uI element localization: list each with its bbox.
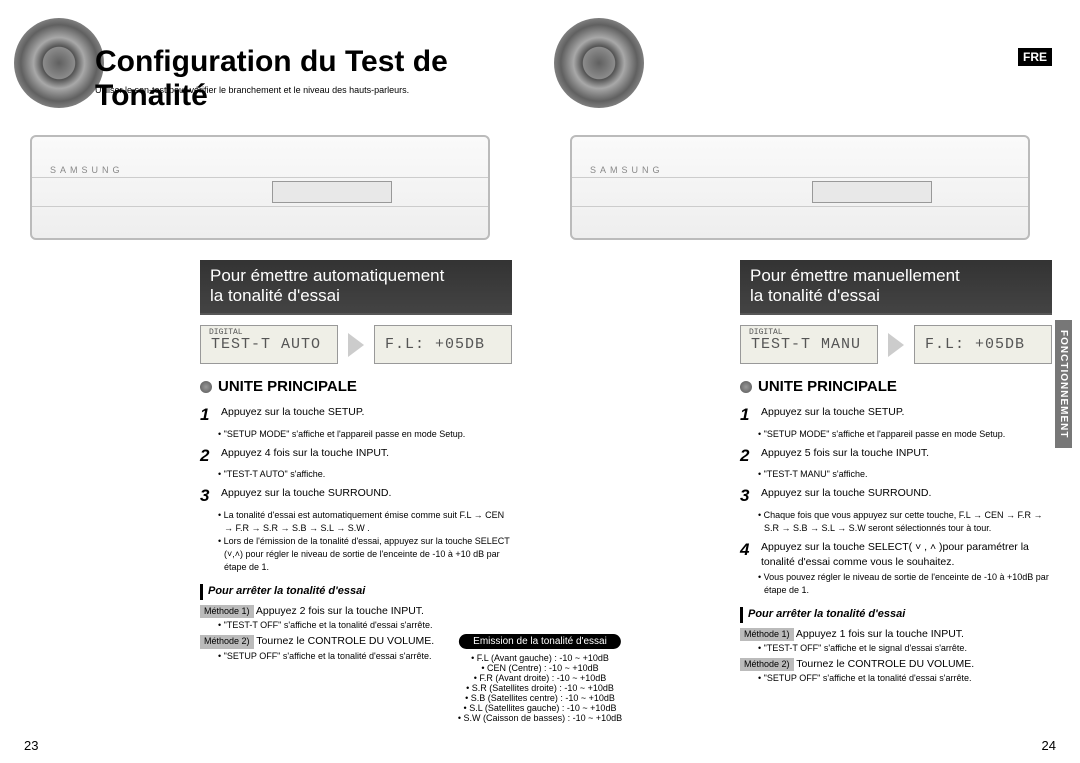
method-1-label: Méthode 1) bbox=[200, 605, 254, 618]
lcd-display-1: DIGITAL TEST-T MANU bbox=[740, 325, 878, 364]
banner-line1: Pour émettre automatiquement bbox=[210, 266, 444, 285]
step-1-note: • "SETUP MODE" s'affiche et l'appareil p… bbox=[218, 428, 512, 441]
emission-line: • F.L (Avant gauche) : -10 ~ +10dB bbox=[458, 653, 622, 663]
section-banner-auto: Pour émettre automatiquement la tonalité… bbox=[200, 260, 512, 315]
lcd-text-1: TEST-T MANU bbox=[751, 336, 861, 353]
step-3-note-a: • La tonalité d'essai est automatiquemen… bbox=[218, 509, 512, 535]
emission-line: • S.R (Satellites droite) : -10 ~ +10dB bbox=[458, 683, 622, 693]
emission-line: • S.B (Satellites centre) : -10 ~ +10dB bbox=[458, 693, 622, 703]
step-2: 2Appuyez 4 fois sur la touche INPUT. bbox=[200, 444, 512, 469]
manual-spread: Configuration du Test de Tonalité Utilis… bbox=[0, 0, 1080, 763]
speaker-icon bbox=[554, 18, 644, 108]
step-3: 3Appuyez sur la touche SURROUND. bbox=[200, 484, 512, 509]
page-subtitle: Utiliser le son-test pour vérifier le br… bbox=[95, 85, 409, 95]
method-2-label: Méthode 2) bbox=[740, 658, 794, 671]
step-1: 1Appuyez sur la touche SETUP. bbox=[740, 403, 1052, 428]
step-4: 4Appuyez sur la touche SELECT( ˅ , ˄ )po… bbox=[740, 538, 1052, 570]
emission-line: • F.R (Avant droite) : -10 ~ +10dB bbox=[458, 673, 622, 683]
step-2-note: • "TEST-T MANU" s'affiche. bbox=[758, 468, 1052, 481]
play-arrow-icon bbox=[888, 333, 904, 357]
emission-line: • CEN (Centre) : -10 ~ +10dB bbox=[458, 663, 622, 673]
emission-line: • S.L (Satellites gauche) : -10 ~ +10dB bbox=[458, 703, 622, 713]
speaker-icon bbox=[14, 18, 104, 108]
bullet-icon bbox=[200, 381, 212, 393]
steps-manual: 1Appuyez sur la touche SETUP. • "SETUP M… bbox=[740, 400, 1052, 685]
lcd-display-2: F.L: +05DB bbox=[374, 325, 512, 364]
emission-line: • S.W (Caisson de basses) : -10 ~ +10dB bbox=[458, 713, 622, 723]
unite-principale-header: UNITE PRINCIPALE bbox=[200, 378, 357, 395]
emission-box: Emission de la tonalité d'essai • F.L (A… bbox=[458, 634, 622, 723]
step-3: 3Appuyez sur la touche SURROUND. bbox=[740, 484, 1052, 509]
play-arrow-icon bbox=[348, 333, 364, 357]
method-1-note: • "TEST-T OFF" s'affiche et le signal d'… bbox=[758, 642, 1052, 655]
banner-line2: la tonalité d'essai bbox=[210, 286, 340, 305]
method-1-text: Appuyez 1 fois sur la touche INPUT. bbox=[794, 628, 964, 640]
device-brand: SAMSUNG bbox=[50, 165, 124, 175]
method-2-note: • "SETUP OFF" s'affiche et la tonalité d… bbox=[758, 672, 1052, 685]
page-number-left: 23 bbox=[24, 738, 38, 753]
lcd-text-2: F.L: +05DB bbox=[385, 336, 485, 353]
method-1-label: Méthode 1) bbox=[740, 628, 794, 641]
lcd-display-1: DIGITAL TEST-T AUTO bbox=[200, 325, 338, 364]
method-2-text: Tournez le CONTROLE DU VOLUME. bbox=[794, 658, 975, 670]
page-title: Configuration du Test de Tonalité bbox=[95, 45, 540, 113]
stop-tone-header: Pour arrêter la tonalité d'essai bbox=[200, 584, 512, 600]
lcd-tag: DIGITAL bbox=[749, 328, 783, 337]
lcd-text-1: TEST-T AUTO bbox=[211, 336, 321, 353]
section-tab: FONCTIONNEMENT bbox=[1055, 320, 1072, 448]
bullet-icon bbox=[740, 381, 752, 393]
banner-line2: la tonalité d'essai bbox=[750, 286, 880, 305]
device-illustration: SAMSUNG bbox=[30, 135, 490, 240]
method-2-text: Tournez le CONTROLE DU VOLUME. bbox=[254, 635, 435, 647]
lcd-tag: DIGITAL bbox=[209, 328, 243, 337]
unite-principale-header: UNITE PRINCIPALE bbox=[740, 378, 897, 395]
step-4-note: • Vous pouvez régler le niveau de sortie… bbox=[758, 571, 1052, 597]
step-3-note: • Chaque fois que vous appuyez sur cette… bbox=[758, 509, 1052, 535]
method-1-note: • "TEST-T OFF" s'affiche et la tonalité … bbox=[218, 619, 512, 632]
language-badge: FRE bbox=[1018, 48, 1052, 66]
step-1: 1Appuyez sur la touche SETUP. bbox=[200, 403, 512, 428]
lcd-row: DIGITAL TEST-T MANU F.L: +05DB bbox=[740, 325, 1052, 364]
method-2-label: Méthode 2) bbox=[200, 635, 254, 648]
step-1-note: • "SETUP MODE" s'affiche et l'appareil p… bbox=[758, 428, 1052, 441]
steps-auto: 1Appuyez sur la touche SETUP. • "SETUP M… bbox=[200, 400, 512, 663]
device-illustration: SAMSUNG bbox=[570, 135, 1030, 240]
emission-header: Emission de la tonalité d'essai bbox=[459, 634, 621, 649]
section-banner-manual: Pour émettre manuellement la tonalité d'… bbox=[740, 260, 1052, 315]
lcd-row: DIGITAL TEST-T AUTO F.L: +05DB bbox=[200, 325, 512, 364]
lcd-display-2: F.L: +05DB bbox=[914, 325, 1052, 364]
method-1-text: Appuyez 2 fois sur la touche INPUT. bbox=[254, 605, 424, 617]
page-number-right: 24 bbox=[1042, 738, 1056, 753]
lcd-text-2: F.L: +05DB bbox=[925, 336, 1025, 353]
device-brand: SAMSUNG bbox=[590, 165, 664, 175]
banner-line1: Pour émettre manuellement bbox=[750, 266, 960, 285]
step-2: 2Appuyez 5 fois sur la touche INPUT. bbox=[740, 444, 1052, 469]
step-3-note-b: • Lors de l'émission de la tonalité d'es… bbox=[218, 535, 512, 574]
stop-tone-header: Pour arrêter la tonalité d'essai bbox=[740, 607, 1052, 623]
step-2-note: • "TEST-T AUTO" s'affiche. bbox=[218, 468, 512, 481]
